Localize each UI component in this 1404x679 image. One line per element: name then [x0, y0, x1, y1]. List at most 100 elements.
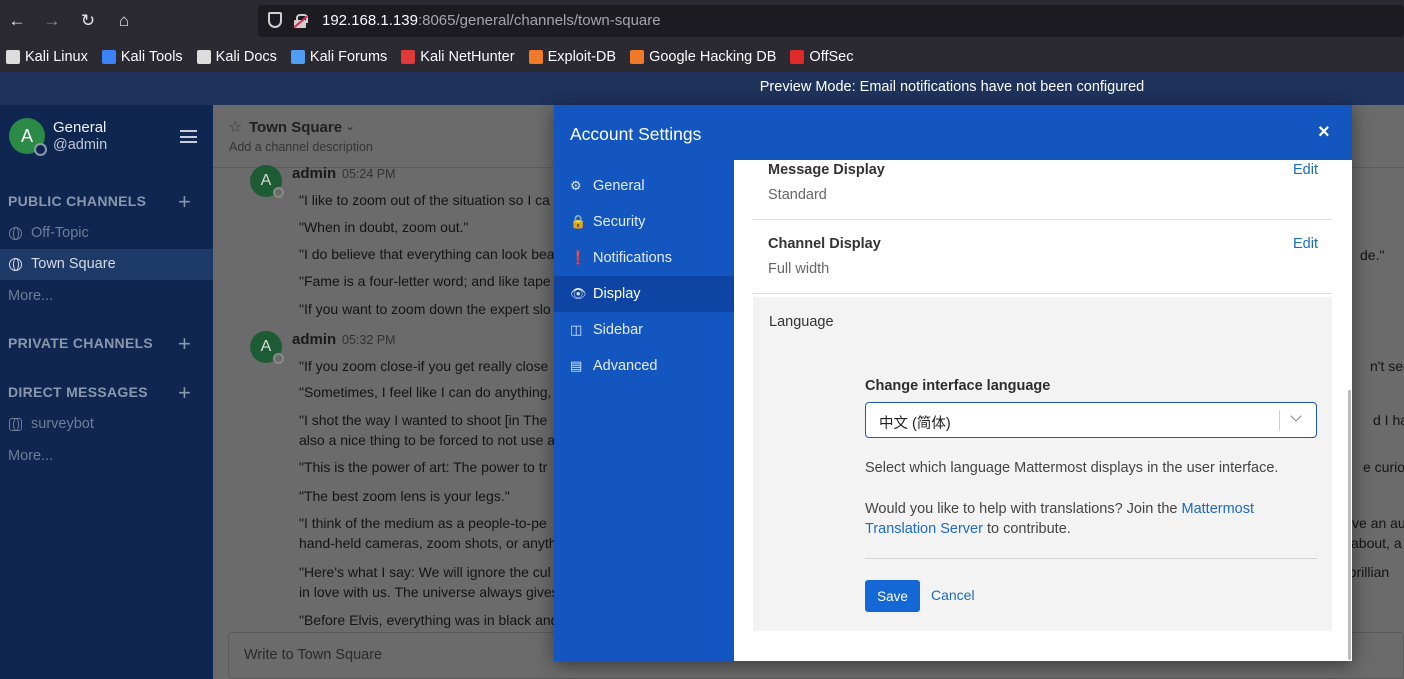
preview-banner: Preview Mode: Email notifications have n…	[0, 72, 1404, 105]
bookmark-item[interactable]: OffSec	[790, 49, 853, 65]
bookmark-item[interactable]: Exploit-DB	[528, 49, 616, 65]
bookmark-item[interactable]: Kali Docs	[196, 49, 277, 65]
star-icon[interactable]: ☆	[228, 117, 242, 137]
bot-icon	[9, 418, 22, 431]
tab-notifications[interactable]: ❗ Notifications	[554, 240, 734, 276]
post-line: "I think of the medium as a people-to-pe	[299, 515, 547, 531]
bookmark-item[interactable]: Google Hacking DB	[630, 49, 776, 65]
chevron-down-icon[interactable]: ⌄	[345, 119, 355, 133]
edit-channel-display-button[interactable]: Edit	[1293, 236, 1318, 252]
url-text[interactable]: 192.168.1.139:8065/general/channels/town…	[322, 12, 661, 29]
post-time[interactable]: 05:32 PM	[342, 333, 396, 347]
account-settings-modal: Account Settings × ⚙ General 🔒 Security ❗ N…	[554, 105, 1352, 661]
sidebar-item-off-topic[interactable]: Off-Topic	[0, 218, 213, 249]
post-line-tail: about, a	[1351, 535, 1402, 551]
shield-icon[interactable]	[268, 12, 282, 28]
close-icon[interactable]: ×	[1318, 121, 1330, 144]
list-icon: ▤	[570, 358, 583, 373]
bookmark-item[interactable]: Kali Tools	[101, 49, 183, 65]
insecure-lock-icon[interactable]	[293, 14, 308, 29]
channel-description[interactable]: Add a channel description	[229, 140, 373, 154]
edit-message-display-button[interactable]: Edit	[1293, 162, 1318, 178]
language-setting-panel: Language Change interface language 中文 (简…	[753, 297, 1332, 631]
add-private-channel-icon[interactable]: +	[178, 333, 191, 355]
post-line: "If you want to zoom down the expert slo	[299, 301, 551, 317]
bookmark-icon	[401, 50, 416, 64]
tab-security[interactable]: 🔒 Security	[554, 204, 734, 240]
setting-label: Message Display	[768, 162, 885, 178]
user-handle: @admin	[53, 137, 108, 153]
bookmark-icon	[6, 50, 20, 64]
add-public-channel-icon[interactable]: +	[178, 191, 191, 213]
divider	[865, 558, 1317, 559]
status-icon[interactable]	[34, 143, 47, 156]
language-help-text: Select which language Mattermost display…	[865, 460, 1279, 476]
sidebar-item-town-square[interactable]: Town Square	[0, 249, 213, 280]
columns-icon: ◫	[570, 322, 583, 337]
channel-sidebar: A General @admin PUBLIC CHANNELS + Off-T…	[0, 105, 213, 679]
scrollbar[interactable]	[1348, 390, 1351, 660]
bookmark-item[interactable]: Kali Linux	[6, 49, 88, 65]
status-icon	[273, 187, 284, 198]
more-dm-link[interactable]: More...	[8, 448, 53, 464]
post-line: "Sometimes, I feel like I can do anythin…	[299, 384, 552, 400]
eye-icon: 👁	[570, 286, 587, 301]
settings-content: Message Display Standard Edit Channel Di…	[734, 160, 1352, 661]
tab-sidebar[interactable]: ◫ Sidebar	[554, 312, 734, 348]
back-icon[interactable]: ←	[3, 7, 31, 35]
sidebar-item-surveybot[interactable]: surveybot	[0, 409, 213, 440]
setting-channel-display: Channel Display Full width Edit	[753, 220, 1332, 294]
post-line: "The best zoom lens is your legs."	[299, 488, 510, 504]
post-line: "Fame is a four-letter word; and like ta…	[299, 273, 551, 289]
team-name[interactable]: General	[53, 119, 106, 136]
tab-display[interactable]: 👁 Display	[554, 276, 734, 312]
public-channels-title: PUBLIC CHANNELS	[8, 193, 147, 209]
avatar[interactable]: A	[250, 331, 284, 364]
add-direct-message-icon[interactable]: +	[178, 382, 191, 404]
post-username[interactable]: admin	[292, 165, 336, 182]
more-public-link[interactable]: More...	[8, 288, 53, 304]
language-title: Language	[769, 314, 834, 330]
modal-header: Account Settings ×	[554, 105, 1352, 160]
url-bar[interactable]: 192.168.1.139:8065/general/channels/town…	[258, 5, 1404, 37]
language-select[interactable]: 中文 (简体)	[865, 402, 1317, 438]
chevron-down-icon[interactable]	[1290, 410, 1302, 422]
post-line: "I do believe that everything can look b…	[299, 246, 555, 262]
post-line: "Before Elvis, everything was in black a…	[299, 612, 559, 628]
post-line-tail: ve an au	[1352, 515, 1404, 531]
avatar[interactable]: A	[250, 165, 284, 198]
post-line-tail: e curiosit	[1363, 459, 1404, 475]
post-line-tail: d I had re	[1373, 412, 1404, 428]
bookmark-item[interactable]: Kali NetHunter	[401, 49, 515, 65]
cancel-button[interactable]: Cancel	[931, 587, 975, 603]
private-channels-title: PRIVATE CHANNELS	[8, 335, 154, 351]
translation-help-text: Would you like to help with translations…	[865, 501, 1255, 537]
save-button[interactable]: Save	[865, 580, 920, 612]
forward-icon[interactable]: →	[38, 7, 66, 35]
post-username[interactable]: admin	[292, 331, 336, 348]
tab-general[interactable]: ⚙ General	[554, 168, 734, 204]
lock-icon: 🔒	[570, 214, 587, 229]
select-separator	[1279, 410, 1280, 431]
setting-value: Full width	[768, 261, 830, 277]
language-subtitle: Change interface language	[865, 378, 1051, 394]
globe-icon	[9, 227, 22, 240]
direct-messages-title: DIRECT MESSAGES	[8, 384, 148, 400]
setting-label: Channel Display	[768, 236, 881, 252]
status-icon	[273, 353, 284, 364]
post-line: "If you zoom close-if you get really clo…	[299, 358, 549, 374]
post-line: "When in doubt, zoom out."	[299, 219, 469, 235]
reload-icon[interactable]: ↻	[74, 7, 102, 35]
channel-name[interactable]: Town Square	[249, 119, 342, 136]
bookmark-item[interactable]: Kali Forums	[290, 49, 387, 65]
setting-message-display: Message Display Standard Edit	[753, 160, 1332, 220]
alert-icon: ❗	[570, 250, 587, 265]
menu-icon[interactable]	[180, 130, 197, 143]
tab-advanced[interactable]: ▤ Advanced	[554, 348, 734, 384]
bookmark-icon	[630, 50, 645, 64]
bookmark-icon	[528, 50, 543, 64]
home-icon[interactable]: ⌂	[110, 7, 138, 35]
post-line: hand-held cameras, zoom shots, or anyth	[299, 535, 557, 551]
post-time[interactable]: 05:24 PM	[342, 167, 396, 181]
bookmark-icon	[196, 50, 211, 64]
